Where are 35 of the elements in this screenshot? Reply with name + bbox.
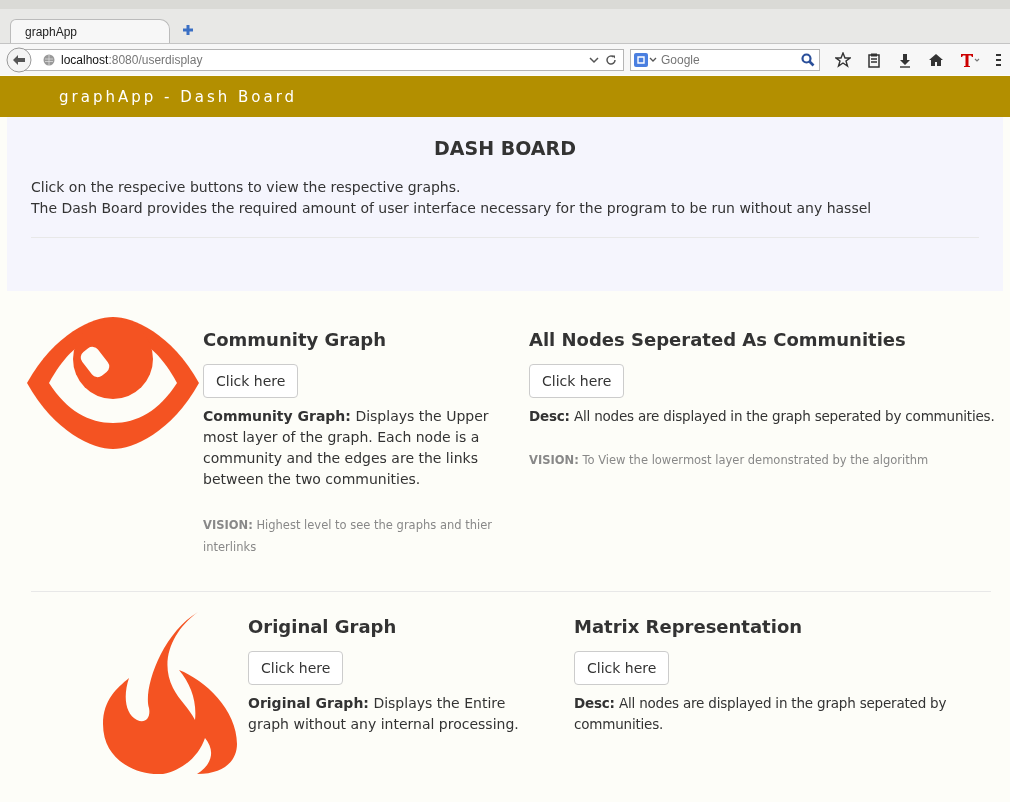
card-description: Original Graph: Displays the Entire graph without any internal processing. <box>248 694 520 734</box>
address-field[interactable]: localhost:8080/userdisplay <box>24 48 624 71</box>
search-field[interactable]: Google <box>630 48 820 71</box>
letter-t-icon[interactable] <box>959 51 980 68</box>
home-icon[interactable] <box>928 51 944 68</box>
search-engine-icon[interactable] <box>634 52 658 67</box>
card-title: Matrix Representation <box>574 616 804 637</box>
page-heading: DASH BOARD <box>433 137 577 159</box>
eye-icon <box>27 317 199 449</box>
intro-text: Click on the respecive buttons to view the respective graphs. <box>31 178 462 197</box>
click-here-button[interactable]: Click here <box>529 364 625 398</box>
back-icon[interactable] <box>6 46 32 73</box>
download-icon[interactable] <box>897 51 913 68</box>
card-title: All Nodes Seperated As Communities <box>529 329 907 350</box>
card-title: Original Graph <box>248 616 398 637</box>
vision-text: VISION: To View the lowermost layer demonstrated by the algorithm <box>529 452 930 469</box>
clipboard-icon[interactable] <box>866 51 882 68</box>
card-description: Desc: All nodes are displayed in the graph seperated by communities. <box>574 694 948 734</box>
card-title: Community Graph <box>203 329 387 350</box>
card-description: Desc: All nodes are displayed in the graph seperated by communities. <box>529 407 996 426</box>
intro-text: The Dash Board provides the required amount of user interface necessary for the program to be run without any hassel <box>31 199 873 218</box>
card-description: Community Graph: Displays the Upper most layer of the graph. Each node is a community and the edges are the links between the two communities. <box>203 407 490 489</box>
search-icon[interactable] <box>801 52 815 67</box>
menu-icon[interactable] <box>995 51 1002 68</box>
reload-icon[interactable] <box>605 53 617 66</box>
click-here-button[interactable]: Click here <box>203 364 299 398</box>
url-text: localhost:8080/userdisplay <box>61 52 203 67</box>
bookmark-star-icon[interactable] <box>835 51 851 68</box>
click-here-button[interactable]: Click here <box>248 651 344 685</box>
browser-tab[interactable]: graphApp <box>10 19 170 43</box>
new-tab-icon[interactable] <box>182 24 194 36</box>
click-here-button[interactable]: Click here <box>574 651 670 685</box>
dropdown-icon[interactable] <box>589 55 599 64</box>
globe-icon <box>43 53 55 66</box>
vision-text: VISION: Highest level to see the graphs and thier interlinks <box>203 517 493 556</box>
